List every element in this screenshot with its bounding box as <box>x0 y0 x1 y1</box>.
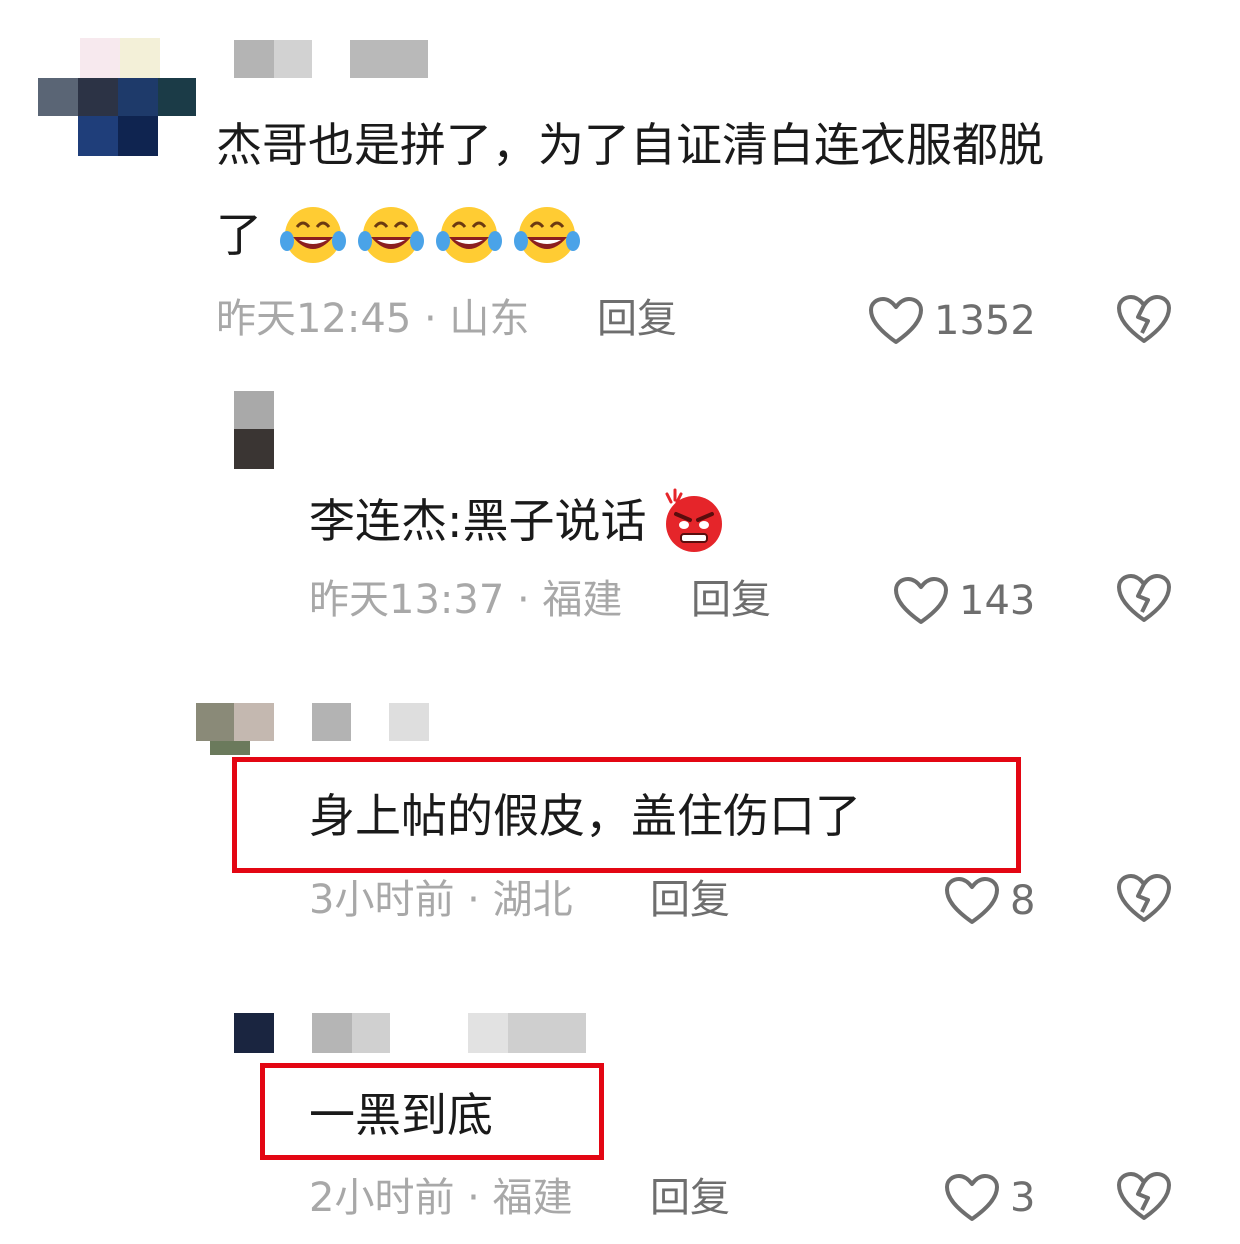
like-count: 143 <box>959 578 1036 624</box>
heart-outline-icon <box>944 876 1000 926</box>
like-count: 1352 <box>934 298 1036 344</box>
comment-meta: 昨天13:37 · 福建 <box>309 577 623 623</box>
like-button[interactable]: 143 <box>893 576 1035 626</box>
dislike-button[interactable] <box>1116 572 1172 624</box>
username[interactable] <box>234 40 434 78</box>
like-button[interactable]: 1352 <box>868 296 1036 346</box>
comment-meta: 3小时前 · 湖北 <box>309 877 573 923</box>
broken-heart-icon <box>1116 1170 1172 1222</box>
dislike-button[interactable] <box>1116 872 1172 924</box>
comment-text-line: 杰哥也是拼了，为了自证清白连衣服都脱 <box>216 118 1044 172</box>
broken-heart-icon <box>1116 293 1172 345</box>
username[interactable] <box>312 703 432 741</box>
comment-text: 杰哥也是拼了，为了自证清白连衣服都脱 <box>216 122 1044 168</box>
comment-text: 李连杰:黑子说话 <box>309 488 727 561</box>
dislike-button[interactable] <box>1116 1170 1172 1222</box>
reply-button[interactable]: 回复 <box>691 580 771 620</box>
angry-face-emoji-icon <box>661 488 727 561</box>
reply-button[interactable]: 回复 <box>650 880 730 920</box>
like-button[interactable]: 8 <box>944 876 1035 926</box>
comment-meta: 昨天12:45 · 山东 <box>216 296 530 342</box>
comment-text-continued: 了 <box>216 205 589 272</box>
broken-heart-icon <box>1116 872 1172 924</box>
comment-meta: 2小时前 · 福建 <box>309 1175 573 1221</box>
heart-outline-icon <box>893 576 949 626</box>
avatar[interactable] <box>234 391 274 469</box>
like-button[interactable]: 3 <box>944 1173 1035 1223</box>
avatar[interactable] <box>38 38 198 158</box>
avatar[interactable] <box>234 1013 274 1053</box>
comment-text-line: 李连杰:黑子说话 <box>309 494 647 548</box>
heart-outline-icon <box>944 1173 1000 1223</box>
tears-of-joy-emoji-icon <box>277 205 589 272</box>
heart-outline-icon <box>868 296 924 346</box>
like-count: 3 <box>1010 1175 1036 1221</box>
dislike-button[interactable] <box>1116 293 1172 345</box>
avatar[interactable] <box>196 703 274 755</box>
like-count: 8 <box>1010 878 1036 924</box>
comment-text: 一黑到底 <box>309 1088 493 1142</box>
comment-text-line: 了 <box>216 208 262 262</box>
comment-text: 身上帖的假皮，盖住伤口了 <box>309 789 861 843</box>
comment-list: 杰哥也是拼了，为了自证清白连衣服都脱 了 昨天12:45 · 山东 回复 135… <box>0 0 1240 1244</box>
reply-button[interactable]: 回复 <box>650 1178 730 1218</box>
reply-button[interactable]: 回复 <box>597 299 677 339</box>
broken-heart-icon <box>1116 572 1172 624</box>
username[interactable] <box>312 1013 592 1053</box>
